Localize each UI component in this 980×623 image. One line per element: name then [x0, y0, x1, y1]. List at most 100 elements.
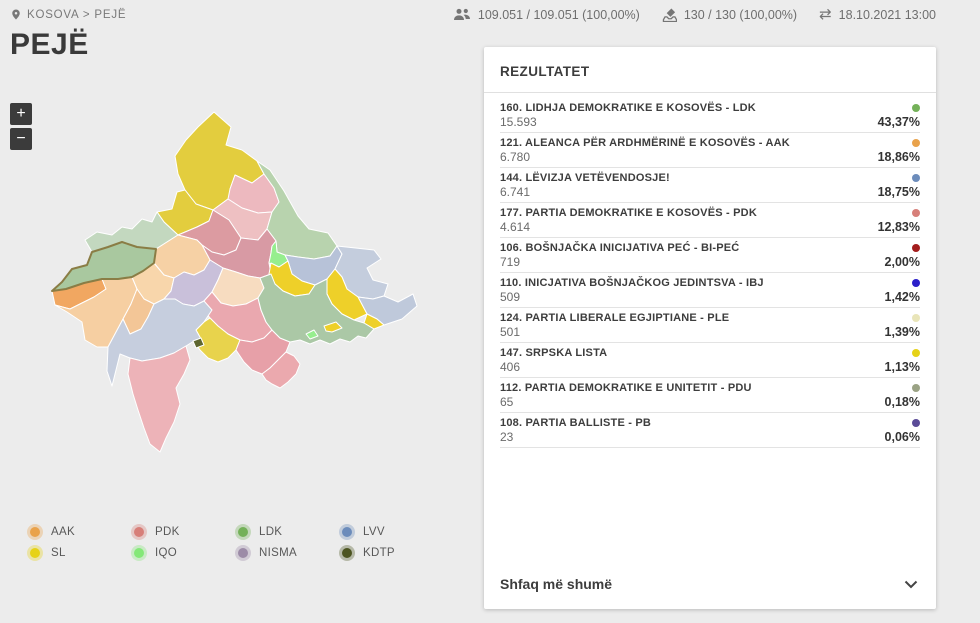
party-name: 108. PARTIA BALLISTE - PB: [500, 417, 652, 429]
result-row[interactable]: 112. PARTIA DEMOKRATIKE E UNITETIT - PDU…: [500, 378, 920, 413]
map-legend: AAK PDK LDK LVV SL IQO NISMA KDTP: [30, 521, 446, 563]
party-name: 147. SRPSKA LISTA: [500, 347, 608, 359]
party-name: 110. INICJATIVA BOŠNJAČKOG JEDINTSVA - I…: [500, 277, 764, 289]
legend-label: AAK: [51, 525, 75, 538]
party-percent: 0,18%: [884, 395, 920, 409]
party-votes: 509: [500, 290, 521, 304]
last-updated-value: 18.10.2021 13:00: [838, 7, 936, 22]
legend-color-dot: [134, 526, 144, 537]
last-updated-stat: ⇄ 18.10.2021 13:00: [819, 7, 936, 22]
party-votes: 6.780: [500, 150, 531, 164]
page-title: PEJË: [10, 28, 89, 61]
party-name: 144. LËVIZJA VETËVENDOSJE!: [500, 172, 670, 184]
result-row[interactable]: 177. PARTIA DEMOKRATIKE E KOSOVËS - PDK 4…: [500, 203, 920, 238]
results-list: 160. LIDHJA DEMOKRATIKE E KOSOVËS - LDK 1…: [484, 93, 936, 448]
party-color-dot: [912, 244, 920, 252]
ballot-box-icon: [662, 7, 677, 22]
location-pin-icon: [12, 9, 20, 20]
result-row[interactable]: 160. LIDHJA DEMOKRATIKE E KOSOVËS - LDK 1…: [500, 98, 920, 133]
breadcrumb[interactable]: KOSOVA > PEJË: [10, 7, 126, 22]
legend-item-sl: SL: [30, 547, 134, 559]
party-percent: 18,75%: [877, 185, 920, 199]
legend-label: LDK: [259, 525, 283, 538]
voters-icon: [453, 8, 470, 20]
legend-item-ldk: LDK: [238, 526, 342, 538]
party-votes: 23: [500, 430, 514, 444]
party-name: 106. BOŠNJAČKA INICIJATIVA PEĆ - BI-PEĆ: [500, 242, 740, 254]
zoom-in-button[interactable]: +: [10, 103, 32, 125]
kosovo-municipalities-map: [51, 111, 418, 453]
party-votes: 15.593: [500, 115, 537, 129]
legend-item-aak: AAK: [30, 526, 134, 538]
legend-item-lvv: LVV: [342, 526, 446, 538]
breadcrumb-label: KOSOVA > PEJË: [27, 8, 127, 21]
sync-arrows-icon: ⇄: [819, 6, 832, 23]
party-name: 121. ALEANCA PËR ARDHMËRINË E KOSOVËS - …: [500, 137, 790, 149]
legend-item-iqo: IQO: [134, 547, 238, 559]
result-row[interactable]: 108. PARTIA BALLISTE - PB 23 0,06%: [500, 413, 920, 448]
legend-item-kdtp: KDTP: [342, 547, 446, 559]
party-votes: 719: [500, 255, 521, 269]
legend-item-nisma: NISMA: [238, 547, 342, 559]
legend-color-dot: [342, 526, 352, 537]
legend-color-dot: [238, 526, 248, 537]
party-color-dot: [912, 349, 920, 357]
show-more-label: Shfaq më shumë: [500, 576, 613, 592]
legend-label: SL: [51, 546, 66, 559]
party-color-dot: [912, 139, 920, 147]
party-color-dot: [912, 314, 920, 322]
legend-label: LVV: [363, 525, 385, 538]
party-votes: 4.614: [500, 220, 531, 234]
party-name: 112. PARTIA DEMOKRATIKE E UNITETIT - PDU: [500, 382, 752, 394]
legend-label: PDK: [155, 525, 180, 538]
party-percent: 43,37%: [877, 115, 920, 129]
party-name: 177. PARTIA DEMOKRATIKE E KOSOVËS - PDK: [500, 207, 757, 219]
legend-color-dot: [134, 547, 144, 558]
result-row[interactable]: 144. LËVIZJA VETËVENDOSJE! 6.741 18,75%: [500, 168, 920, 203]
result-row[interactable]: 121. ALEANCA PËR ARDHMËRINË E KOSOVËS - …: [500, 133, 920, 168]
election-results-page: KOSOVA > PEJË 109.051 / 109.051 (100,00%…: [0, 0, 980, 623]
chevron-down-icon: [904, 580, 918, 588]
voters-stat: 109.051 / 109.051 (100,00%): [453, 8, 640, 22]
result-row[interactable]: 110. INICJATIVA BOŠNJAČKOG JEDINTSVA - I…: [500, 273, 920, 308]
party-votes: 6.741: [500, 185, 531, 199]
legend-label: KDTP: [363, 546, 395, 559]
party-percent: 12,83%: [877, 220, 920, 234]
legend-label: NISMA: [259, 546, 297, 559]
party-percent: 1,42%: [884, 290, 920, 304]
voters-value: 109.051 / 109.051 (100,00%): [477, 7, 640, 22]
party-votes: 406: [500, 360, 521, 374]
party-name: 124. PARTIA LIBERALE EGJIPTIANE - PLE: [500, 312, 730, 324]
party-color-dot: [912, 384, 920, 392]
legend-color-dot: [238, 547, 248, 558]
legend-label: IQO: [155, 546, 177, 559]
legend-color-dot: [30, 526, 40, 537]
legend-color-dot: [30, 547, 40, 558]
result-row[interactable]: 106. BOŠNJAČKA INICIJATIVA PEĆ - BI-PEĆ 7…: [500, 238, 920, 273]
polling-stations-value: 130 / 130 (100,00%): [683, 7, 798, 22]
party-percent: 18,86%: [877, 150, 920, 164]
party-color-dot: [912, 209, 920, 217]
result-row[interactable]: 124. PARTIA LIBERALE EGJIPTIANE - PLE 501…: [500, 308, 920, 343]
region-dragash[interactable]: [127, 345, 191, 453]
show-more-button[interactable]: Shfaq më shumë: [484, 559, 936, 609]
party-color-dot: [912, 279, 920, 287]
result-row[interactable]: 147. SRPSKA LISTA 406 1,13%: [500, 343, 920, 378]
party-percent: 1,13%: [884, 360, 920, 374]
results-title: REZULTATET: [484, 47, 936, 93]
party-color-dot: [912, 174, 920, 182]
topbar-stats: 109.051 / 109.051 (100,00%) 130 / 130 (1…: [453, 7, 936, 22]
polling-stations-stat: 130 / 130 (100,00%): [662, 8, 797, 22]
zoom-out-button[interactable]: −: [10, 128, 32, 150]
party-votes: 501: [500, 325, 521, 339]
party-percent: 0,06%: [884, 430, 920, 444]
party-name: 160. LIDHJA DEMOKRATIKE E KOSOVËS - LDK: [500, 102, 756, 114]
party-votes: 65: [500, 395, 514, 409]
legend-color-dot: [342, 547, 352, 558]
results-card: REZULTATET 160. LIDHJA DEMOKRATIKE E KOS…: [484, 47, 936, 609]
party-color-dot: [912, 419, 920, 427]
legend-item-pdk: PDK: [134, 526, 238, 538]
party-color-dot: [912, 104, 920, 112]
party-percent: 2,00%: [884, 255, 920, 269]
party-percent: 1,39%: [884, 325, 920, 339]
